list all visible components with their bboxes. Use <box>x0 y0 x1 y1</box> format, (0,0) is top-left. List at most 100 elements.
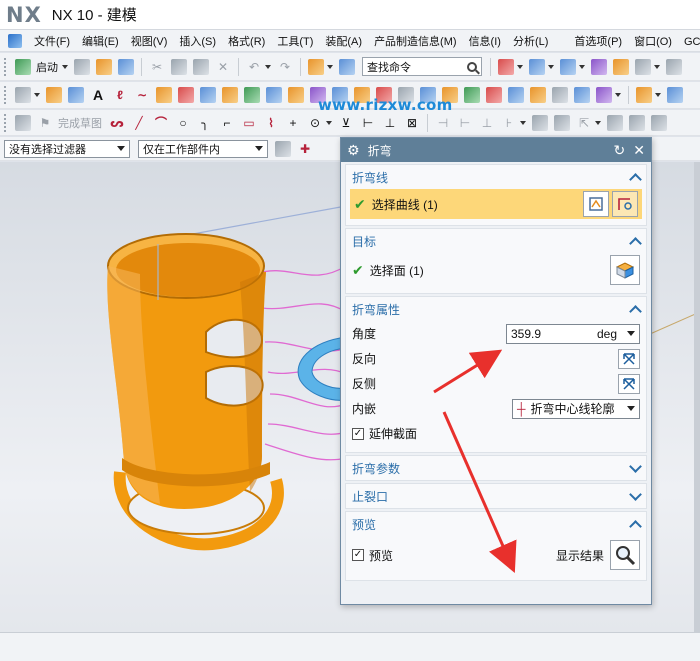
line-icon[interactable]: ╱ <box>131 115 147 131</box>
chevron-down-icon[interactable] <box>627 406 635 411</box>
viewport-scrollbar[interactable] <box>694 162 700 632</box>
quick-extend-icon[interactable]: ⊢ <box>360 115 376 131</box>
finish-sketch-icon[interactable]: ⚑ <box>37 115 53 131</box>
target-header[interactable]: 目标 <box>346 229 646 253</box>
offset-curve-icon[interactable]: ⊙ <box>307 115 323 131</box>
paste-icon[interactable] <box>193 58 209 75</box>
draft-icon[interactable] <box>530 87 546 103</box>
gear-icon[interactable]: ⚙ <box>347 142 360 159</box>
redo-icon[interactable]: ↷ <box>277 59 293 75</box>
more-dropdown-icon[interactable] <box>615 93 621 97</box>
touch-mode-icon[interactable] <box>339 58 355 75</box>
chevron-up-icon[interactable] <box>629 236 642 250</box>
animate-icon[interactable]: ⇱ <box>576 115 592 131</box>
intersect-icon[interactable] <box>508 87 524 103</box>
rapid-dimension-icon[interactable]: ⊢ <box>457 115 473 131</box>
revolve-icon[interactable] <box>156 87 172 103</box>
menu-preferences[interactable]: 首选项(P) <box>568 33 628 49</box>
thicken-icon[interactable] <box>596 87 612 103</box>
bend-properties-header[interactable]: 折弯属性 <box>346 297 646 321</box>
undo-icon[interactable]: ↶ <box>246 59 262 75</box>
spline-icon[interactable]: ∼ <box>134 87 150 103</box>
layout-dropdown-icon[interactable] <box>517 64 523 69</box>
extend-section-checkbox[interactable]: ✓ <box>352 427 364 440</box>
close-icon[interactable]: ✕ <box>633 142 645 159</box>
auto-constrain-icon[interactable]: ⊥ <box>479 115 495 131</box>
preview-header[interactable]: 预览 <box>346 512 646 536</box>
menu-pmi[interactable]: 产品制造信息(M) <box>368 33 463 49</box>
delete-icon[interactable]: ✕ <box>215 59 231 75</box>
select-curve-row[interactable]: ✔ 选择曲线 (1) <box>350 189 642 219</box>
background-icon[interactable] <box>635 58 651 75</box>
show-result-button[interactable] <box>610 540 640 570</box>
preview-checkbox[interactable]: ✓ <box>352 549 364 561</box>
menu-analysis[interactable]: 分析(L) <box>507 33 554 49</box>
subtract-icon[interactable] <box>486 87 502 103</box>
surface-dropdown-icon[interactable] <box>655 93 661 97</box>
fit-dropdown-icon[interactable] <box>548 64 554 69</box>
menu-view[interactable]: 视图(V) <box>125 33 174 49</box>
constraint-dropdown-icon[interactable] <box>520 120 526 125</box>
boss-icon[interactable] <box>200 87 216 103</box>
reverse-side-button[interactable] <box>618 373 640 394</box>
shaded-icon[interactable] <box>560 58 576 75</box>
pocket-icon[interactable] <box>222 87 238 103</box>
convert-reference-icon[interactable] <box>532 114 548 131</box>
menu-edit[interactable]: 编辑(E) <box>76 33 125 49</box>
render-icon[interactable] <box>613 58 629 75</box>
extrude-icon[interactable] <box>46 87 62 103</box>
chevron-down-icon[interactable] <box>627 331 635 336</box>
view-orient-icon[interactable] <box>591 58 607 75</box>
menu-window[interactable]: 窗口(O) <box>628 33 678 49</box>
text-icon[interactable]: A <box>90 87 106 103</box>
show-constraints-icon[interactable]: ⊦ <box>501 115 517 131</box>
arc-icon[interactable]: ⌒ <box>153 115 169 131</box>
cut-icon[interactable]: ✂ <box>149 59 165 75</box>
undo-dropdown-icon[interactable] <box>265 64 271 69</box>
table-icon[interactable] <box>68 87 84 103</box>
filter-options-icon[interactable] <box>275 140 291 157</box>
bend-line-header[interactable]: 折弯线 <box>346 165 646 189</box>
repeat-dropdown-icon[interactable] <box>327 64 333 69</box>
relief-header[interactable]: 止裂口 <box>346 484 646 508</box>
sketch-frame-icon[interactable] <box>15 87 31 103</box>
make-corner-icon[interactable]: ⊥ <box>382 115 398 131</box>
copy-icon[interactable] <box>171 58 187 75</box>
rectangle-icon[interactable]: ▭ <box>241 115 257 131</box>
offset-face-icon[interactable] <box>552 87 568 103</box>
chevron-down-icon[interactable] <box>629 459 642 473</box>
animate-dropdown-icon[interactable] <box>595 120 601 125</box>
surface-icon[interactable] <box>636 87 652 103</box>
polygon-icon[interactable]: ⌇ <box>263 115 279 131</box>
background-dropdown-icon[interactable] <box>654 64 660 69</box>
select-face-row[interactable]: ✔ 选择面 (1) <box>352 253 640 287</box>
pad-icon[interactable] <box>244 87 260 103</box>
offset-dropdown-icon[interactable] <box>326 120 332 125</box>
sketch-dropdown-icon[interactable] <box>34 93 40 97</box>
angle-input[interactable]: 359.9 deg <box>506 323 640 344</box>
type-filter-select[interactable]: 没有选择过滤器 <box>4 139 130 158</box>
toolbar-grip[interactable] <box>4 86 8 104</box>
app-menu-icon[interactable] <box>8 33 22 48</box>
fillet-icon[interactable]: ╮ <box>197 115 213 131</box>
toolbar-grip[interactable] <box>4 57 8 76</box>
sew-icon[interactable] <box>574 87 590 103</box>
mirror-curve-icon[interactable]: ⊠ <box>404 115 420 131</box>
hole-icon[interactable] <box>178 87 194 103</box>
circle-icon[interactable]: ○ <box>175 115 191 131</box>
toolbar-grip[interactable] <box>4 113 8 132</box>
menu-file[interactable]: 文件(F) <box>28 33 76 49</box>
bend-params-header[interactable]: 折弯参数 <box>346 456 646 480</box>
point-icon[interactable]: + <box>285 115 301 131</box>
quick-trim-icon[interactable]: ⊻ <box>338 115 354 131</box>
curve-select-button[interactable] <box>612 191 638 217</box>
inlay-select[interactable]: ┼ 折弯中心线轮廓 <box>512 398 640 419</box>
chevron-down-icon[interactable] <box>629 487 642 501</box>
profile-icon[interactable]: ᔕ <box>109 115 125 131</box>
repeat-command-icon[interactable] <box>308 58 324 75</box>
geometric-constraint-icon[interactable]: ⊣ <box>435 115 451 131</box>
menu-insert[interactable]: 插入(S) <box>173 33 222 49</box>
alternate-solution-icon[interactable] <box>554 114 570 131</box>
curve-icon[interactable]: ℓ <box>112 87 128 103</box>
chevron-up-icon[interactable] <box>629 519 642 533</box>
